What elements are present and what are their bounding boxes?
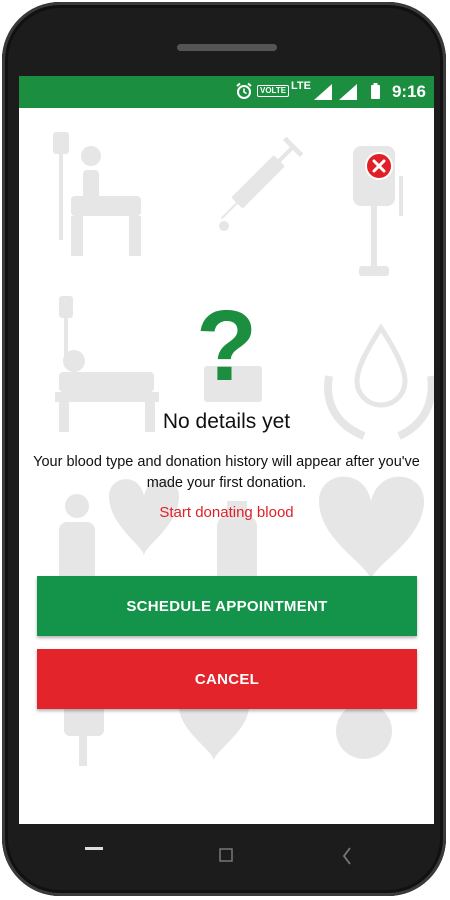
navigation-bar: [85, 847, 351, 865]
background-illustration: [53, 132, 434, 766]
dialog-title: No details yet: [162, 410, 291, 433]
close-icon: [372, 159, 386, 173]
phone-speaker: [177, 44, 277, 51]
dialog-description: Your blood type and donation history wil…: [33, 454, 420, 491]
cancel-button[interactable]: CANCEL: [37, 649, 417, 709]
phone-frame: VOLTE LTE 9:16 ? No details yet Your blo…: [2, 2, 446, 896]
question-icon: ?: [195, 290, 258, 402]
schedule-appointment-button[interactable]: SCHEDULE APPOINTMENT: [37, 576, 417, 636]
menu-icon[interactable]: [85, 847, 103, 850]
close-button[interactable]: [365, 152, 393, 180]
app-screen: VOLTE LTE 9:16 ? No details yet Your blo…: [19, 76, 434, 824]
home-icon[interactable]: [219, 848, 233, 862]
start-donating-link[interactable]: Start donating blood: [19, 504, 434, 521]
back-icon[interactable]: [342, 847, 351, 865]
